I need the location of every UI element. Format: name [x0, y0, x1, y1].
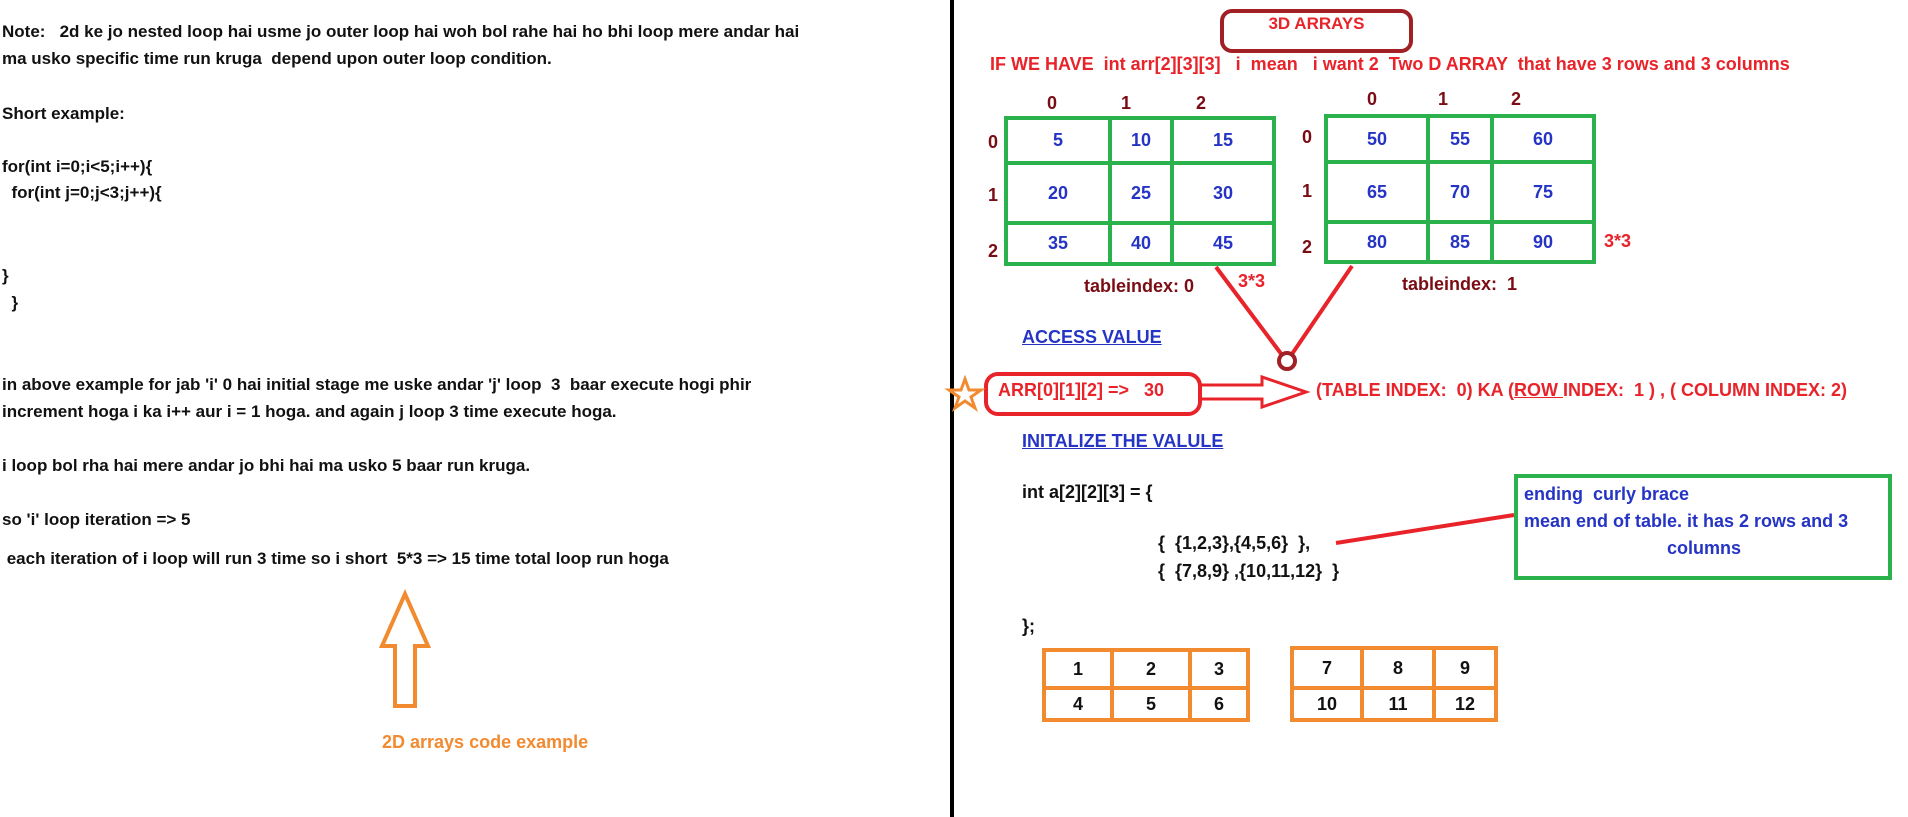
up-arrow-icon: [378, 589, 432, 708]
annotation-overlay: [378, 264, 1515, 708]
connector-line-table0: [1214, 265, 1284, 357]
right-arrow-icon: [1198, 374, 1311, 410]
star-icon: [944, 374, 986, 412]
junction-circle-icon: [1277, 351, 1297, 371]
connector-line-table1: [1290, 264, 1354, 356]
note-pointer-line: [1335, 513, 1515, 545]
